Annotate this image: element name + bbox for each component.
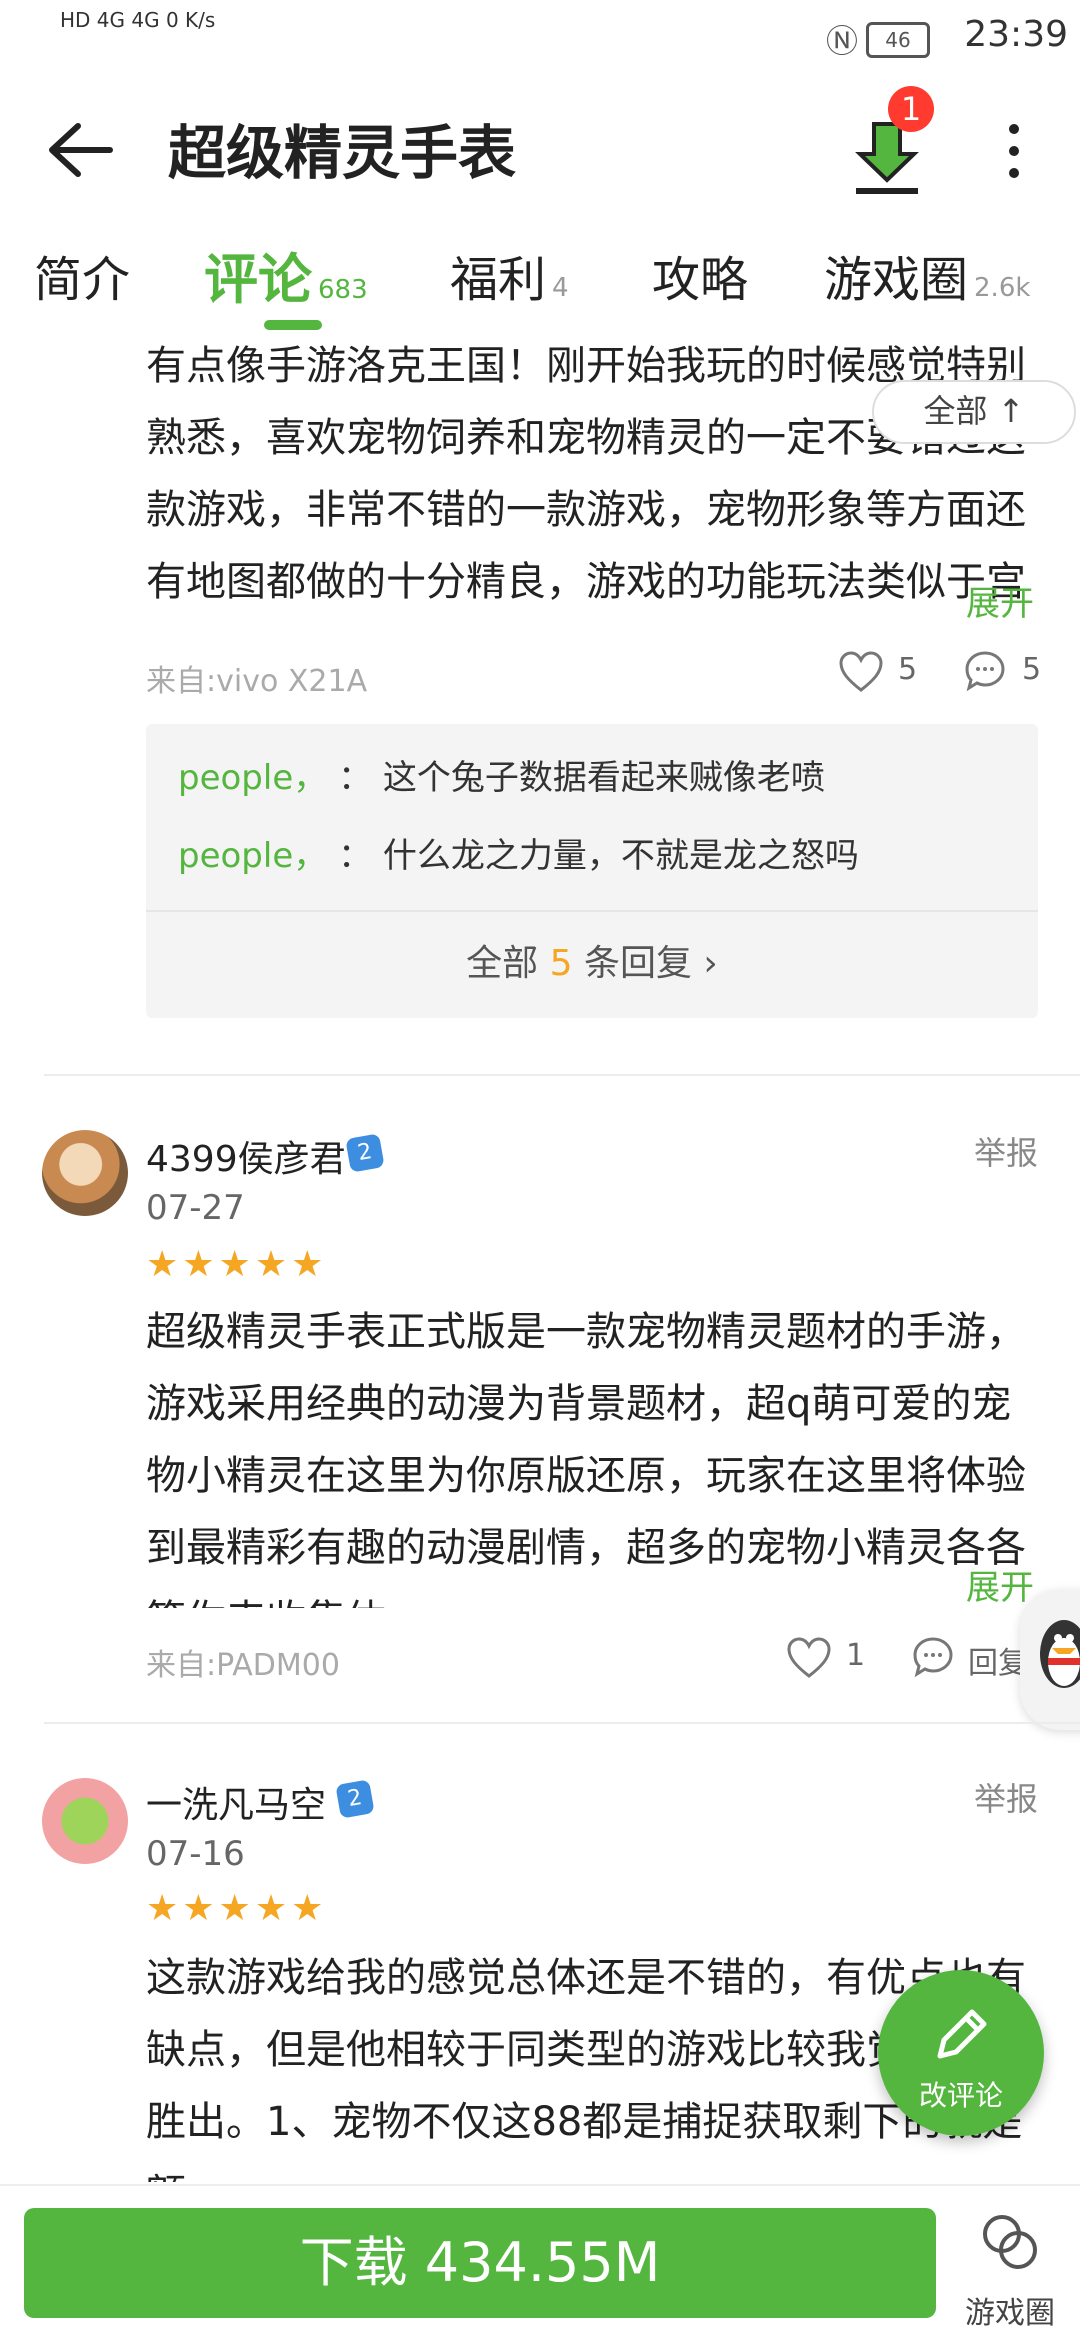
bottom-bar: 下载 434.55M 游戏圈 — [0, 2184, 1080, 2342]
page-title: 超级精灵手表 — [168, 119, 517, 187]
status-time: 23:39 — [964, 14, 1068, 55]
comment-date: 07-16 — [146, 1834, 245, 1874]
tab-label: 简介 — [34, 252, 131, 308]
download-game-button[interactable]: 下载 434.55M — [24, 2208, 936, 2318]
more-dot-icon — [1009, 146, 1019, 156]
comment-text: 超级精灵手表正式版是一款宠物精灵题材的手游，游戏采用经典的动漫为背景题材，超q萌… — [146, 1309, 1026, 1608]
tab-guides[interactable]: 攻略 — [652, 240, 748, 336]
reply-separator: ： — [338, 758, 373, 798]
star-rating: ★★★★★ — [146, 1244, 328, 1285]
tab-count: 2.6k — [974, 273, 1031, 303]
battery-indicator: 46 — [866, 22, 930, 58]
tab-count: 683 — [318, 275, 368, 305]
tab-label: 游戏圈 — [824, 252, 969, 308]
signal-indicators: HD 4G 4G 0 K/s — [60, 8, 216, 32]
floating-qq-icon[interactable] — [1020, 1590, 1080, 1730]
active-tab-indicator — [264, 320, 322, 330]
back-arrow-icon — [49, 123, 113, 177]
reply-button[interactable]: 5 — [964, 650, 1064, 700]
expand-link[interactable]: 展开 — [966, 576, 1034, 625]
comment-source: 来自:PADM00 — [146, 1648, 340, 1683]
divider — [44, 1722, 1080, 1724]
reply-item[interactable]: people， ： 什么龙之力量，不就是龙之怒吗 — [178, 828, 859, 877]
level-badge-icon: 2 — [345, 1133, 385, 1173]
tab-bar: 简介 评论 683 福利 4 攻略 游戏圈 2.6k — [0, 240, 1080, 336]
reply-all-count: 5 — [549, 943, 573, 984]
download-icon — [855, 122, 919, 194]
heart-icon — [839, 651, 883, 692]
reply-text: 这个兔子数据看起来贼像老喷 — [382, 758, 825, 798]
heart-icon — [787, 1637, 831, 1678]
game-circle-button[interactable]: 游戏圈 — [950, 2194, 1070, 2334]
edit-review-label: 改评论 — [918, 2079, 1003, 2112]
comment-bubble-icon — [965, 651, 1005, 692]
star-rating: ★★★★★ — [146, 1888, 328, 1929]
comment-date: 07-27 — [146, 1188, 245, 1228]
app-header: 超级精灵手表 1 — [0, 80, 1080, 220]
tab-benefits[interactable]: 福利 4 — [450, 240, 569, 336]
reply-button[interactable]: 回复 — [912, 1636, 1032, 1686]
comment-text: 有点像手游洛克王国！刚开始我玩的时候感觉特别熟悉，喜欢宠物饲养和宠物精灵的一定不… — [146, 343, 1026, 605]
reply-item[interactable]: people， ： 这个兔子数据看起来贼像老喷 — [178, 750, 825, 799]
download-count-badge: 1 — [888, 86, 934, 132]
report-button[interactable]: 举报 — [974, 1128, 1038, 1174]
nfc-icon: Ⓝ — [825, 22, 858, 60]
like-button[interactable]: 1 — [786, 1636, 886, 1686]
tab-intro[interactable]: 简介 — [34, 240, 130, 336]
reply-all-suffix: 条回复 › — [572, 943, 718, 984]
comment-source: 来自:vivo X21A — [146, 664, 368, 699]
more-dot-icon — [1009, 168, 1019, 178]
report-button[interactable]: 举报 — [974, 1774, 1038, 1820]
reply-separator: ： — [338, 836, 373, 876]
reply-all-prefix: 全部 — [466, 943, 550, 984]
tab-count: 4 — [552, 273, 569, 303]
user-name[interactable]: 4399侯彦君 — [146, 1130, 346, 1182]
more-dot-icon — [1009, 124, 1019, 134]
user-name[interactable]: 一洗凡马空 — [146, 1776, 326, 1828]
like-count: 5 — [898, 652, 918, 687]
view-all-replies-button[interactable]: 全部 5 条回复 › — [146, 910, 1038, 1020]
reply-count: 5 — [1022, 652, 1042, 687]
like-count: 1 — [846, 1638, 866, 1673]
status-bar: HD 4G 4G 0 K/s Ⓝ 46 23:39 — [0, 0, 1080, 76]
expand-link[interactable]: 展开 — [966, 1560, 1034, 1609]
more-options-button[interactable] — [1000, 116, 1028, 196]
game-circle-icon — [983, 2215, 1037, 2269]
reply-author[interactable]: people， — [178, 836, 327, 876]
tab-game-circle[interactable]: 游戏圈 2.6k — [824, 240, 1030, 336]
game-circle-label: 游戏圈 — [965, 2296, 1055, 2331]
divider — [44, 1074, 1080, 1076]
tab-label: 福利 — [450, 252, 547, 308]
reply-label: 回复 — [968, 1646, 1028, 1681]
level-badge-icon: 2 — [335, 1779, 375, 1819]
download-manager-button[interactable] — [852, 120, 922, 200]
tab-label: 攻略 — [652, 252, 749, 308]
comment-bubble-icon — [913, 1637, 953, 1678]
reply-text: 什么龙之力量，不就是龙之怒吗 — [382, 836, 859, 876]
edit-review-button[interactable]: 改评论 — [878, 1970, 1044, 2136]
back-button[interactable] — [44, 120, 124, 190]
pencil-icon — [937, 2009, 987, 2059]
like-button[interactable]: 5 — [838, 650, 938, 700]
reply-preview-box: people， ： 这个兔子数据看起来贼像老喷 people， ： 什么龙之力量… — [146, 724, 1038, 1018]
avatar[interactable] — [42, 1130, 128, 1216]
reply-author[interactable]: people， — [178, 758, 327, 798]
tab-label: 评论 — [204, 248, 312, 311]
avatar[interactable] — [42, 1778, 128, 1864]
penguin-icon — [1040, 1620, 1080, 1688]
collapse-all-button[interactable]: 全部 ↑ — [872, 380, 1076, 444]
